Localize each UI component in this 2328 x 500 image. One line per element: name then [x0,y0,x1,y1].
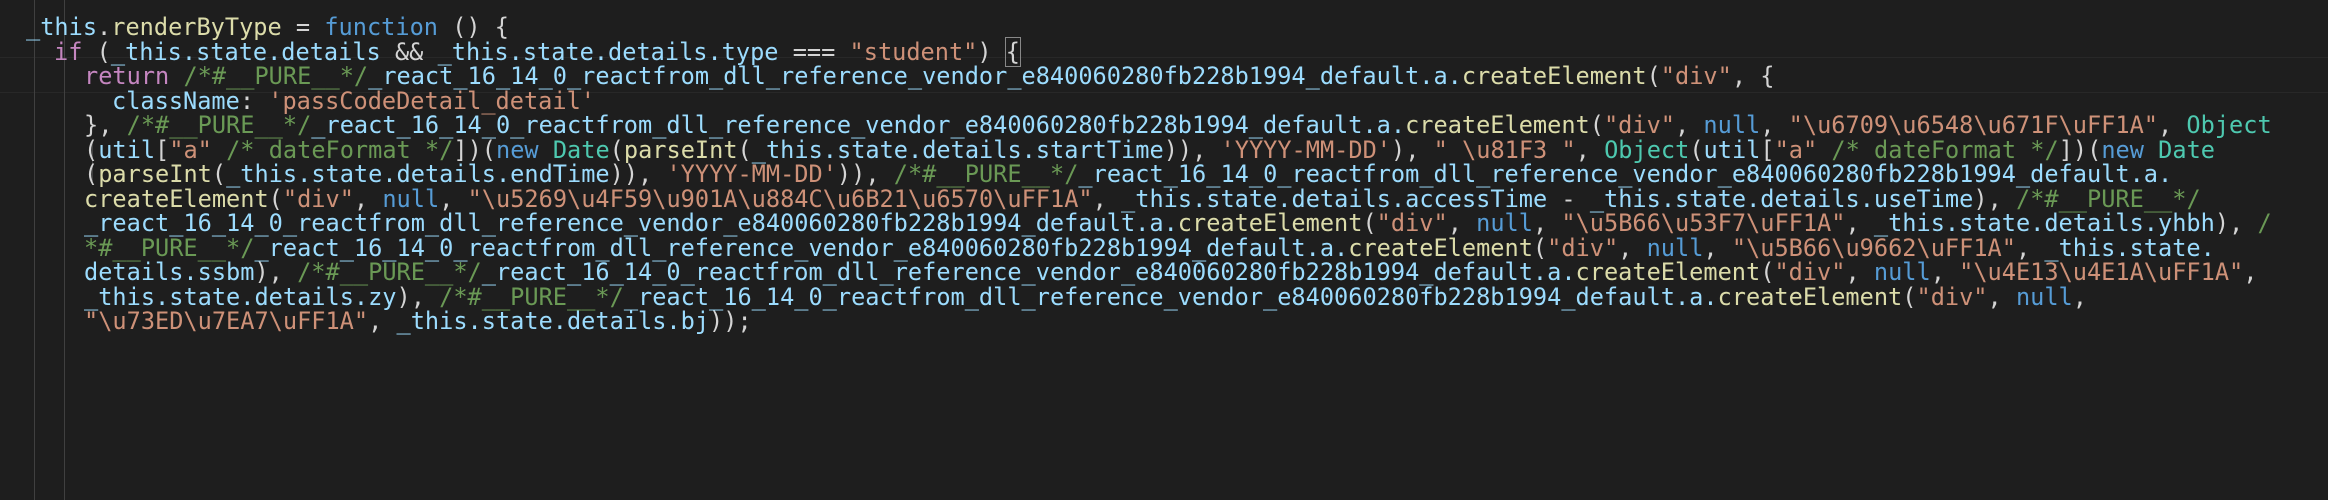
code-token: createElement [1461,62,1647,90]
code-line: return /*#__PURE__*/_react_16_14_0_react… [84,64,1774,89]
code-token: , { [1731,62,1775,90]
code-line: if (_this.state.details && _this.state.d… [54,36,1022,67]
code-line: *#__PURE__*/_react_16_14_0_reactfrom_dll… [84,235,2215,261]
code-token: "div" [1916,282,1988,311]
code-line: _react_16_14_0_reactfrom_dll_reference_v… [84,211,2272,236]
code-token: _this [396,307,468,335]
code-token: .state.details.bj [467,307,710,335]
code-token: / [2257,209,2272,237]
indent-guide [64,0,65,500]
code-token: .a. [1419,62,1462,90]
code-token: , [368,307,397,335]
code-token: , [2072,282,2087,311]
code-line: (util["a" /* dateFormat */])(new Date(pa… [84,137,2215,163]
code-token: , [1987,282,2016,311]
code-line: details.ssbm), /*#__PURE__*/_react_16_14… [84,260,2257,285]
code-line: }, /*#__PURE__*/_react_16_14_0_reactfrom… [84,113,2272,138]
code-line: _this.renderByType = function () { [26,15,509,40]
code-token: "div" [1660,62,1732,90]
code-token: )); [709,307,752,335]
indent-guide [34,0,35,500]
code-token: ( [1902,282,1917,311]
code-line: createElement("div", null, "\u5269\u4F59… [84,186,2201,212]
code-line: "\u73ED\u7EA7\uFF1A", _this.state.detail… [84,309,752,334]
code-token: if [54,37,83,66]
code-line: (parseInt(_this.state.details.endTime)),… [84,162,2172,187]
code-line: _this.state.details.zy), /*#__PURE__*/_r… [84,282,2087,311]
code-token: , [2243,258,2258,286]
code-token: ( [1646,62,1661,90]
code-token: null [2015,282,2073,311]
code-token: _react_16_14_0_reactfrom_dll_reference_v… [623,282,1675,311]
code-token: ), [2214,209,2258,237]
code-editor[interactable]: _this.renderByType = function () {if (_t… [0,0,2328,500]
code-token: createElement [1717,282,1903,311]
code-token: "\u73ED\u7EA7\uFF1A" [84,307,369,335]
code-line: className: 'passCodeDetail_detail' [112,88,595,114]
code-token: .a. [1674,282,1718,311]
